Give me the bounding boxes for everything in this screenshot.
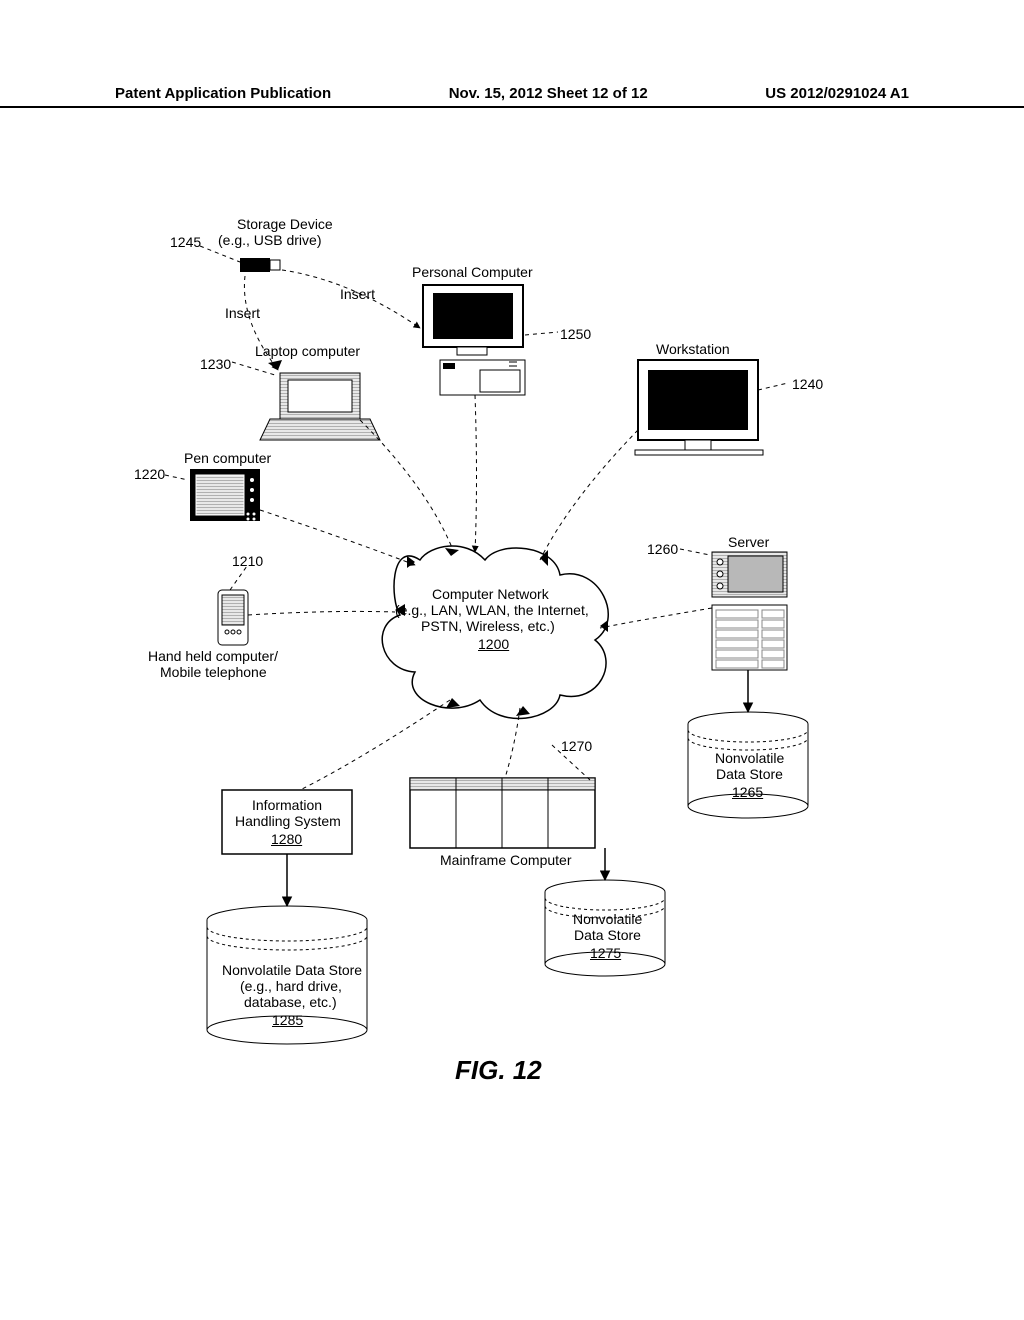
cloud-l2: (e.g., LAN, WLAN, the Internet, [395, 602, 589, 618]
ref-1260: 1260 [647, 541, 678, 557]
ref-1220: 1220 [134, 466, 165, 482]
nv1275-l1: Nonvolatile [573, 911, 642, 927]
cloud-ref: 1200 [478, 636, 509, 652]
cloud-l1: Computer Network [432, 586, 549, 602]
workstation-icon [635, 360, 763, 455]
ref-1210: 1210 [232, 553, 263, 569]
pen-computer-icon [190, 469, 260, 521]
nv1275-ref: 1275 [590, 945, 621, 961]
storage-device-sub: (e.g., USB drive) [218, 232, 321, 248]
storage-device-label: Storage Device [237, 216, 333, 232]
ref-1240: 1240 [792, 376, 823, 392]
ihs-l2: Handling System [235, 813, 341, 829]
insert-right-label: Insert [340, 286, 375, 302]
handheld-label-1: Hand held computer/ [148, 648, 278, 664]
mobile-icon [218, 590, 248, 645]
figure-caption: FIG. 12 [455, 1055, 542, 1086]
nv1265-l1: Nonvolatile [715, 750, 784, 766]
nv1285-l2: (e.g., hard drive, [240, 978, 342, 994]
usb-drive-icon [240, 258, 280, 272]
ihs-l1: Information [252, 797, 322, 813]
nv1285-l1: Nonvolatile Data Store [222, 962, 362, 978]
insert-left-label: Insert [225, 305, 260, 321]
server-icon [712, 552, 787, 670]
nv1265-l2: Data Store [716, 766, 783, 782]
pc-icon [423, 285, 525, 395]
nv1275-l2: Data Store [574, 927, 641, 943]
mainframe-icon [410, 778, 595, 848]
nv1265-ref: 1265 [732, 784, 763, 800]
nv1285-l3: database, etc.) [244, 994, 337, 1010]
ref-1245: 1245 [170, 234, 201, 250]
ref-1250: 1250 [560, 326, 591, 342]
server-label: Server [728, 534, 769, 550]
nv1285-ref: 1285 [272, 1012, 303, 1028]
ihs-ref: 1280 [271, 831, 302, 847]
cloud-l3: PSTN, Wireless, etc.) [421, 618, 555, 634]
workstation-label: Workstation [656, 341, 730, 357]
ref-1230: 1230 [200, 356, 231, 372]
pc-label: Personal Computer [412, 264, 533, 280]
laptop-icon [260, 373, 380, 440]
pen-label: Pen computer [184, 450, 271, 466]
mainframe-label: Mainframe Computer [440, 852, 572, 868]
ref-1270: 1270 [561, 738, 592, 754]
laptop-label: Laptop computer [255, 343, 360, 359]
handheld-label-2: Mobile telephone [160, 664, 267, 680]
